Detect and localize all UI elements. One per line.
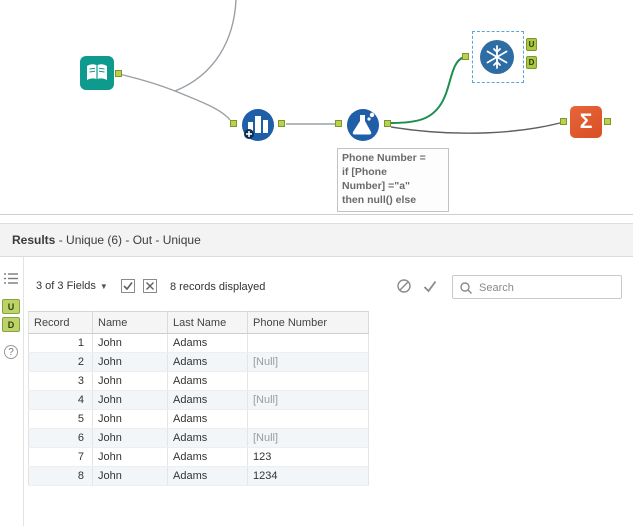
results-table: Record Name Last Name Phone Number 1 John Ada… xyxy=(28,311,369,486)
blue-tool-icon xyxy=(242,109,274,141)
table-cell: [Null] xyxy=(247,352,369,372)
search-input[interactable] xyxy=(477,277,621,299)
table-cell: Adams xyxy=(167,409,248,429)
results-panel-header: Results - Unique (6) - Out - Unique xyxy=(0,223,633,257)
formula-tool[interactable] xyxy=(346,108,380,147)
table-cell: [Null] xyxy=(247,390,369,410)
table-row[interactable]: 2 John Adams [Null] xyxy=(28,352,369,372)
results-table-body: 1 John Adams 2 John Adams [Null] 3 John Adams 4 Joh… xyxy=(28,333,369,486)
table-cell: 8 xyxy=(28,466,93,486)
input-data-icon xyxy=(80,56,114,90)
deselect-all-icon[interactable] xyxy=(142,278,158,294)
table-cell xyxy=(247,371,369,391)
apply-check-icon[interactable] xyxy=(422,278,438,294)
results-title-bold: Results xyxy=(12,233,56,247)
table-cell: John xyxy=(92,371,168,391)
select-all-checkbox-icon[interactable] xyxy=(120,278,136,294)
table-cell: 123 xyxy=(247,447,369,467)
table-row[interactable]: 7 John Adams 123 xyxy=(28,447,369,467)
table-cell: 4 xyxy=(28,390,93,410)
input-data-tool[interactable] xyxy=(80,56,114,95)
table-cell xyxy=(247,333,369,353)
unique-u-anchor[interactable]: U xyxy=(526,38,537,51)
help-icon[interactable]: ? xyxy=(4,345,18,359)
unique-input-anchor[interactable] xyxy=(462,53,469,60)
table-row[interactable]: 5 John Adams xyxy=(28,409,369,429)
column-header[interactable]: Last Name xyxy=(167,311,248,334)
tool1-input-anchor[interactable] xyxy=(230,120,237,127)
table-cell: 1234 xyxy=(247,466,369,486)
table-cell: John xyxy=(92,447,168,467)
snowflake-icon xyxy=(480,40,514,74)
results-toolbar: 3 of 3 Fields ▼ 8 records displayed xyxy=(24,257,633,303)
column-header[interactable]: Phone Number xyxy=(247,311,369,334)
table-cell: 6 xyxy=(28,428,93,448)
tool-annotation[interactable]: Phone Number = if [Phone Number] ="a" then … xyxy=(337,148,449,212)
results-title-context: - Unique (6) - Out - Unique xyxy=(55,233,201,247)
table-cell: Adams xyxy=(167,390,248,410)
formula-output-anchor[interactable] xyxy=(384,120,391,127)
no-filter-icon[interactable] xyxy=(396,278,412,294)
sidebar-anchor-u-tab[interactable]: U xyxy=(2,299,20,314)
search-icon xyxy=(460,282,472,294)
app-window: U D Σ Phone Number = if [Phone Number] ="a… xyxy=(0,0,633,526)
table-cell: Adams xyxy=(167,466,248,486)
table-cell: Adams xyxy=(167,447,248,467)
unique-d-anchor[interactable]: D xyxy=(526,56,537,69)
column-header[interactable]: Record xyxy=(28,311,93,334)
metadata-list-icon[interactable] xyxy=(3,271,20,286)
column-header[interactable]: Name xyxy=(92,311,168,334)
results-panel: Results - Unique (6) - Out - Unique U D … xyxy=(0,214,633,526)
table-cell: John xyxy=(92,390,168,410)
fields-dropdown-label: 3 of 3 Fields xyxy=(36,280,96,292)
summarize-input-anchor[interactable] xyxy=(560,118,567,125)
formula-input-anchor[interactable] xyxy=(335,120,342,127)
table-cell: John xyxy=(92,333,168,353)
annotation-line: Number] ="a" xyxy=(342,180,411,192)
formula-flask-icon xyxy=(347,109,379,141)
summarize-output-anchor[interactable] xyxy=(604,118,611,125)
table-cell: [Null] xyxy=(247,428,369,448)
table-row[interactable]: 6 John Adams [Null] xyxy=(28,428,369,448)
table-cell: Adams xyxy=(167,371,248,391)
results-title: Results - Unique (6) - Out - Unique xyxy=(12,233,201,247)
unique-tool[interactable] xyxy=(479,39,515,80)
table-row[interactable]: 8 John Adams 1234 xyxy=(28,466,369,486)
tool1-output-anchor[interactable] xyxy=(278,120,285,127)
annotation-line: Phone Number = xyxy=(342,152,426,164)
table-cell xyxy=(247,409,369,429)
table-cell: John xyxy=(92,409,168,429)
summarize-tool[interactable]: Σ xyxy=(570,106,602,138)
results-sidebar: U D ? xyxy=(0,257,24,526)
table-cell: 3 xyxy=(28,371,93,391)
annotation-line: if [Phone xyxy=(342,166,387,178)
table-cell: Adams xyxy=(167,428,248,448)
connection-lines xyxy=(118,0,561,134)
workflow-canvas[interactable]: U D Σ Phone Number = if [Phone Number] ="a… xyxy=(0,0,633,214)
table-cell: John xyxy=(92,466,168,486)
table-row[interactable]: 1 John Adams xyxy=(28,333,369,353)
table-row[interactable]: 4 John Adams [Null] xyxy=(28,390,369,410)
results-table-head-row: Record Name Last Name Phone Number xyxy=(28,311,369,334)
search-box[interactable] xyxy=(452,275,622,299)
table-cell: 2 xyxy=(28,352,93,372)
blue-tool[interactable] xyxy=(241,108,275,147)
table-row[interactable]: 3 John Adams xyxy=(28,371,369,391)
input-output-anchor[interactable] xyxy=(115,70,122,77)
chevron-down-icon: ▼ xyxy=(99,282,108,291)
table-cell: John xyxy=(92,428,168,448)
records-displayed-label: 8 records displayed xyxy=(170,281,266,293)
sidebar-anchor-d-tab[interactable]: D xyxy=(2,317,20,332)
table-cell: 1 xyxy=(28,333,93,353)
fields-dropdown[interactable]: 3 of 3 Fields ▼ xyxy=(36,280,108,292)
table-cell: 7 xyxy=(28,447,93,467)
annotation-line: then null() else xyxy=(342,194,417,206)
table-cell: Adams xyxy=(167,333,248,353)
table-cell: Adams xyxy=(167,352,248,372)
table-cell: John xyxy=(92,352,168,372)
table-cell: 5 xyxy=(28,409,93,429)
